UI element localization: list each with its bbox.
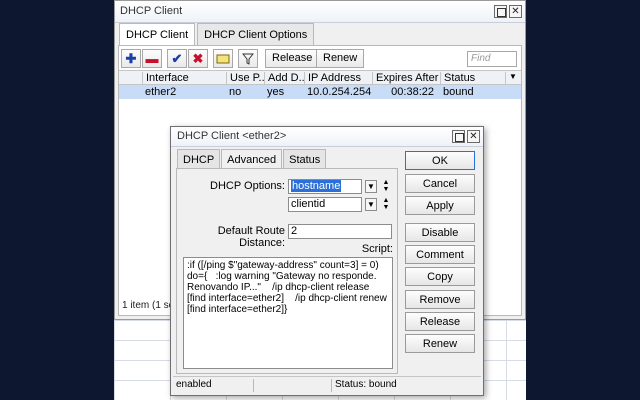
column-expires-after[interactable]: Expires After — [372, 72, 440, 85]
filter-icon[interactable] — [238, 49, 258, 68]
disable-button[interactable]: Disable — [405, 223, 475, 242]
status-spacer — [253, 379, 329, 392]
column-add-default[interactable]: Add D... — [264, 72, 304, 85]
window-title-bar[interactable]: DHCP Client ✕ — [115, 1, 525, 23]
dialog-tabs: DHCP Advanced Status — [177, 149, 327, 170]
desktop-right-panel — [526, 0, 640, 400]
column-menu-icon[interactable]: ▼ — [505, 72, 523, 85]
cell-add-default: yes — [267, 86, 285, 98]
route-distance-input[interactable]: 2 — [288, 224, 392, 239]
disable-x-icon[interactable]: ✖ — [188, 49, 208, 68]
cell-ip-address: 10.0.254.254... — [307, 86, 372, 98]
dhcp-client-dialog: DHCP Client <ether2> ✕ DHCP Advanced Sta… — [170, 126, 484, 396]
comment-icon[interactable] — [213, 49, 233, 68]
dhcp-option-1-value: hostname — [291, 180, 342, 192]
cancel-button[interactable]: Cancel — [405, 174, 475, 193]
updown-icon[interactable]: ▲ ▼ — [381, 179, 391, 193]
dhcp-option-1-field[interactable]: hostname — [288, 179, 362, 194]
column-interface[interactable]: Interface — [142, 72, 226, 85]
close-icon[interactable]: ✕ — [509, 5, 522, 18]
dialog-title: DHCP Client <ether2> — [177, 130, 287, 142]
apply-button[interactable]: Apply — [405, 196, 475, 215]
remove-button[interactable]: Remove — [405, 290, 475, 309]
comment-button[interactable]: Comment — [405, 245, 475, 264]
bound-status: Status: bound — [331, 379, 481, 392]
remove-icon[interactable]: ▬ — [142, 49, 162, 68]
dialog-maximize-icon[interactable] — [452, 130, 465, 143]
table-header: Interface Use P... Add D... IP Address E… — [119, 70, 521, 85]
tab-advanced[interactable]: Advanced — [221, 149, 283, 170]
window-tabs: DHCP Client DHCP Client Options — [119, 23, 316, 46]
table-row[interactable]: ether2 no yes 10.0.254.254... 00:38:22 b… — [119, 85, 521, 99]
release-button[interactable]: Release — [265, 49, 320, 68]
enable-check-icon[interactable]: ✔ — [167, 49, 187, 68]
column-ip-address[interactable]: IP Address — [304, 72, 372, 85]
tab-dhcp-client[interactable]: DHCP Client — [119, 23, 196, 46]
dhcp-options-label: DHCP Options: — [210, 180, 285, 192]
dialog-title-bar[interactable]: DHCP Client <ether2> ✕ — [171, 127, 483, 147]
cell-interface: ether2 — [145, 86, 177, 98]
column-status[interactable]: Status — [440, 72, 500, 85]
copy-button[interactable]: Copy — [405, 267, 475, 286]
dialog-status-bar: enabled Status: bound — [173, 376, 481, 393]
ok-button[interactable]: OK — [405, 151, 475, 170]
cell-status: bound — [443, 86, 474, 98]
cell-use-peer: no — [229, 86, 242, 98]
add-icon[interactable]: ✚ — [121, 49, 141, 68]
script-textarea[interactable]: :if ([/ping $"gateway-address" count=3] … — [183, 257, 393, 369]
maximize-icon[interactable] — [494, 5, 507, 18]
tab-dhcp[interactable]: DHCP — [177, 149, 221, 169]
updown-icon[interactable]: ▲ ▼ — [381, 197, 391, 211]
dhcp-option-2-field[interactable]: clientid — [288, 197, 362, 212]
release-button[interactable]: Release — [405, 312, 475, 331]
cell-expires-after: 00:38:22 — [391, 86, 434, 98]
renew-button[interactable]: Renew — [405, 334, 475, 353]
dhcp-option-2-value: clientid — [291, 198, 326, 210]
renew-button[interactable]: Renew — [316, 49, 365, 68]
desktop-left-panel — [0, 0, 114, 400]
dhcp-client-table: Interface Use P... Add D... IP Address E… — [119, 70, 521, 99]
route-distance-label: Default Route Distance: — [217, 225, 285, 249]
column-use-peer[interactable]: Use P... — [226, 72, 264, 85]
advanced-panel: DHCP Options: hostname ▼ ▲ ▼ clientid ▼ ▲… — [176, 168, 398, 374]
toolbar: ✚ ▬ ✔ ✖ Release Renew Find — [121, 48, 519, 70]
enabled-status: enabled — [176, 379, 212, 390]
tab-status[interactable]: Status — [283, 149, 327, 169]
tab-dhcp-client-options[interactable]: DHCP Client Options — [197, 23, 315, 45]
window-title: DHCP Client — [120, 5, 183, 17]
script-label: Script: — [361, 243, 393, 255]
dialog-close-icon[interactable]: ✕ — [467, 130, 480, 143]
dropdown-arrow-icon[interactable]: ▼ — [365, 198, 377, 211]
dropdown-arrow-icon[interactable]: ▼ — [365, 180, 377, 193]
find-input[interactable]: Find — [467, 51, 517, 67]
